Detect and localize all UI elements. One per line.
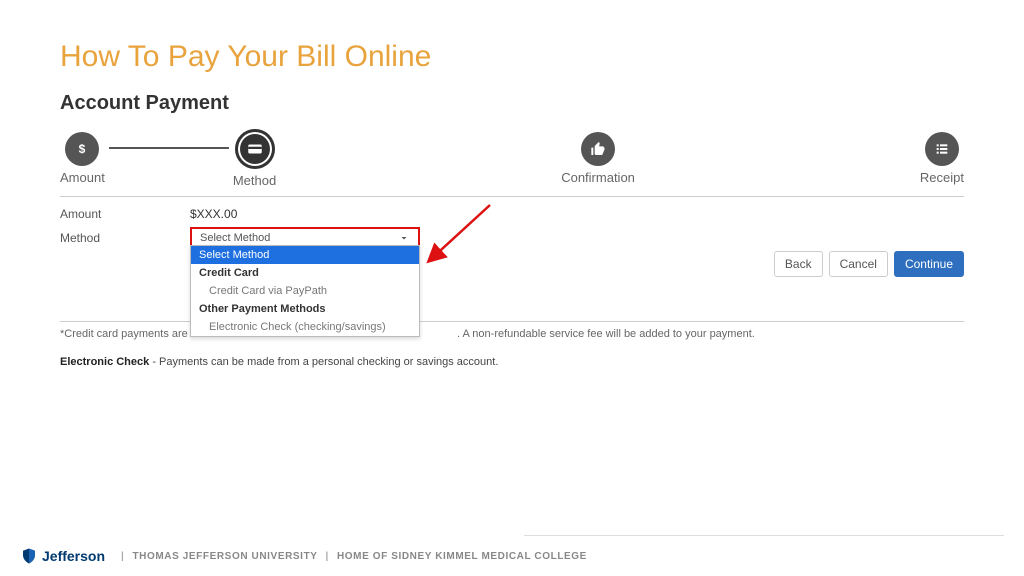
form-buttons: Back Cancel Continue [774,251,964,277]
step-label: Confirmation [561,170,635,185]
back-button[interactable]: Back [774,251,823,277]
cancel-button[interactable]: Cancel [829,251,888,277]
brand-name: Jefferson [42,548,105,564]
svg-text:$: $ [79,142,86,156]
note-prefix: *Credit card payments are ha [60,328,203,340]
amount-row: Amount $XXX.00 [60,207,964,221]
electronic-check-note: Electronic Check - Payments can be made … [60,356,964,368]
step-confirmation: Confirmation [561,132,635,185]
slide-title: How To Pay Your Bill Online [60,40,964,74]
method-select-text: Select Method [200,232,270,244]
footer-university: THOMAS JEFFERSON UNIVERSITY [132,551,317,562]
dropdown-option-echeck[interactable]: Electronic Check (checking/savings) [191,318,419,336]
footer-college: HOME OF SIDNEY KIMMEL MEDICAL COLLEGE [337,551,587,562]
continue-button[interactable]: Continue [894,251,964,277]
shield-icon [20,547,38,565]
dropdown-option-paypath[interactable]: Credit Card via PayPath [191,282,419,300]
form-area: Amount $XXX.00 Method Select Method Sele… [60,207,964,368]
jefferson-logo: Jefferson [20,547,105,565]
amount-value: $XXX.00 [190,207,237,221]
footer: Jefferson | THOMAS JEFFERSON UNIVERSITY … [0,536,1024,576]
note-suffix: . A non-refundable service fee will be a… [457,328,755,340]
list-icon [925,132,959,166]
amount-label: Amount [60,207,190,221]
separator: | [326,551,329,562]
step-label: Amount [60,170,105,185]
echeck-note-rest: - Payments can be made from a personal c… [149,356,498,368]
separator: | [121,551,124,562]
step-method: Method [233,129,276,188]
dropdown-group-credit-card[interactable]: Credit Card [191,264,419,282]
dropdown-option-select-method[interactable]: Select Method [191,246,419,264]
stepper: $ Amount Method Confirmation Receipt [60,129,964,197]
step-label: Method [233,173,276,188]
chevron-down-icon [398,232,410,244]
method-dropdown: Select Method Credit Card Credit Card vi… [190,245,420,337]
step-amount: $ Amount [60,132,105,185]
panel-title: Account Payment [60,92,964,115]
step-connector [109,147,229,149]
echeck-note-bold: Electronic Check [60,356,149,368]
step-receipt: Receipt [920,132,964,185]
dropdown-group-other[interactable]: Other Payment Methods [191,300,419,318]
dollar-icon: $ [65,132,99,166]
thumb-icon [581,132,615,166]
card-icon [235,129,275,169]
method-label: Method [60,231,190,245]
step-label: Receipt [920,170,964,185]
